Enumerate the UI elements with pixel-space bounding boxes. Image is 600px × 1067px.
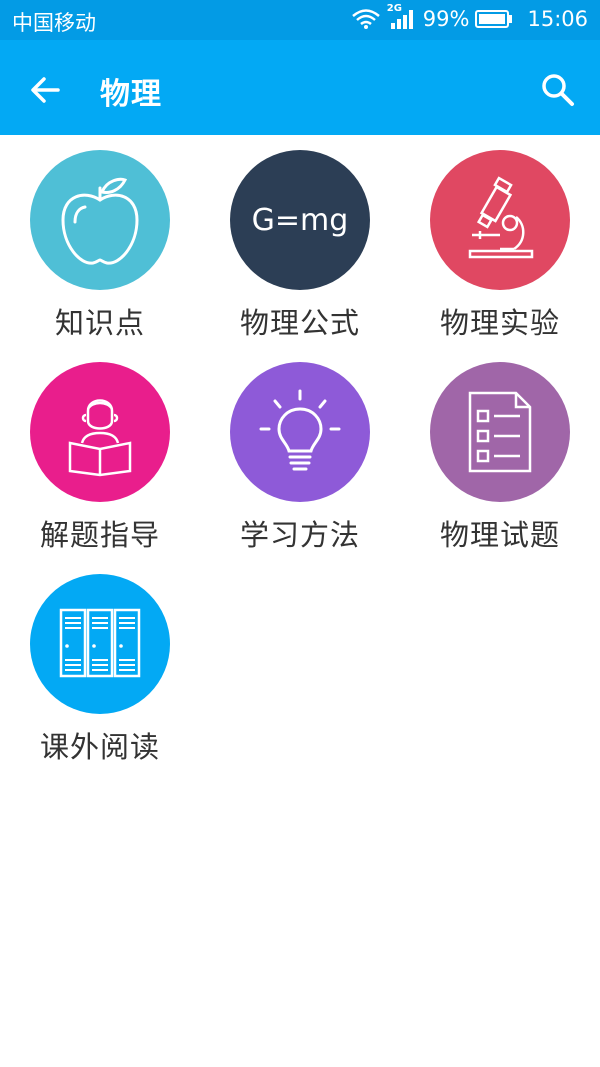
lightbulb-icon [259, 389, 341, 471]
tile-study-methods[interactable]: 学习方法 [200, 362, 400, 574]
checklist-icon [468, 391, 532, 473]
carrier-name: 中国移动 [12, 11, 96, 35]
tile-circle [30, 574, 170, 714]
back-button[interactable] [26, 70, 66, 110]
tile-label: 物理试题 [439, 518, 560, 552]
reading-person-icon [68, 399, 132, 477]
tile-physics-experiments[interactable]: 物理实验 [400, 150, 600, 362]
tile-label: 解题指导 [39, 518, 160, 552]
app-bar: 物理 [0, 40, 600, 135]
formula-icon: G=mg [251, 202, 349, 238]
tile-circle: G=mg [230, 150, 370, 290]
battery-icon [475, 10, 513, 28]
apple-icon [61, 177, 139, 265]
status-icons: 2G 99% 15:06 [351, 3, 588, 31]
bookshelf-icon [59, 608, 141, 678]
tile-circle [430, 362, 570, 502]
arrow-left-icon [31, 77, 60, 103]
page-title: 物理 [100, 77, 162, 112]
tile-circle [430, 150, 570, 290]
microscope-icon [468, 176, 534, 259]
tile-extracurricular-reading[interactable]: 课外阅读 [0, 574, 200, 786]
wifi-icon [351, 9, 380, 29]
clock: 15:06 [527, 7, 588, 31]
tile-label: 学习方法 [239, 518, 360, 552]
tile-circle [30, 362, 170, 502]
signal-icon: 2G [387, 3, 417, 31]
tile-label: 课外阅读 [39, 730, 160, 764]
tile-circle [230, 362, 370, 502]
battery-percent: 99% [422, 7, 470, 31]
tile-circle [30, 150, 170, 290]
tile-label: 知识点 [54, 306, 145, 340]
status-bar: 中国移动 2G 99% 15:06 [0, 0, 600, 40]
tile-knowledge-points[interactable]: 知识点 [0, 150, 200, 362]
tile-physics-exams[interactable]: 物理试题 [400, 362, 600, 574]
tile-problem-guidance[interactable]: 解题指导 [0, 362, 200, 574]
search-icon [542, 74, 574, 106]
tile-label: 物理实验 [439, 306, 560, 340]
tile-label: 物理公式 [239, 306, 360, 340]
search-button[interactable] [538, 70, 578, 110]
tile-physics-formulas[interactable]: G=mg 物理公式 [200, 150, 400, 362]
